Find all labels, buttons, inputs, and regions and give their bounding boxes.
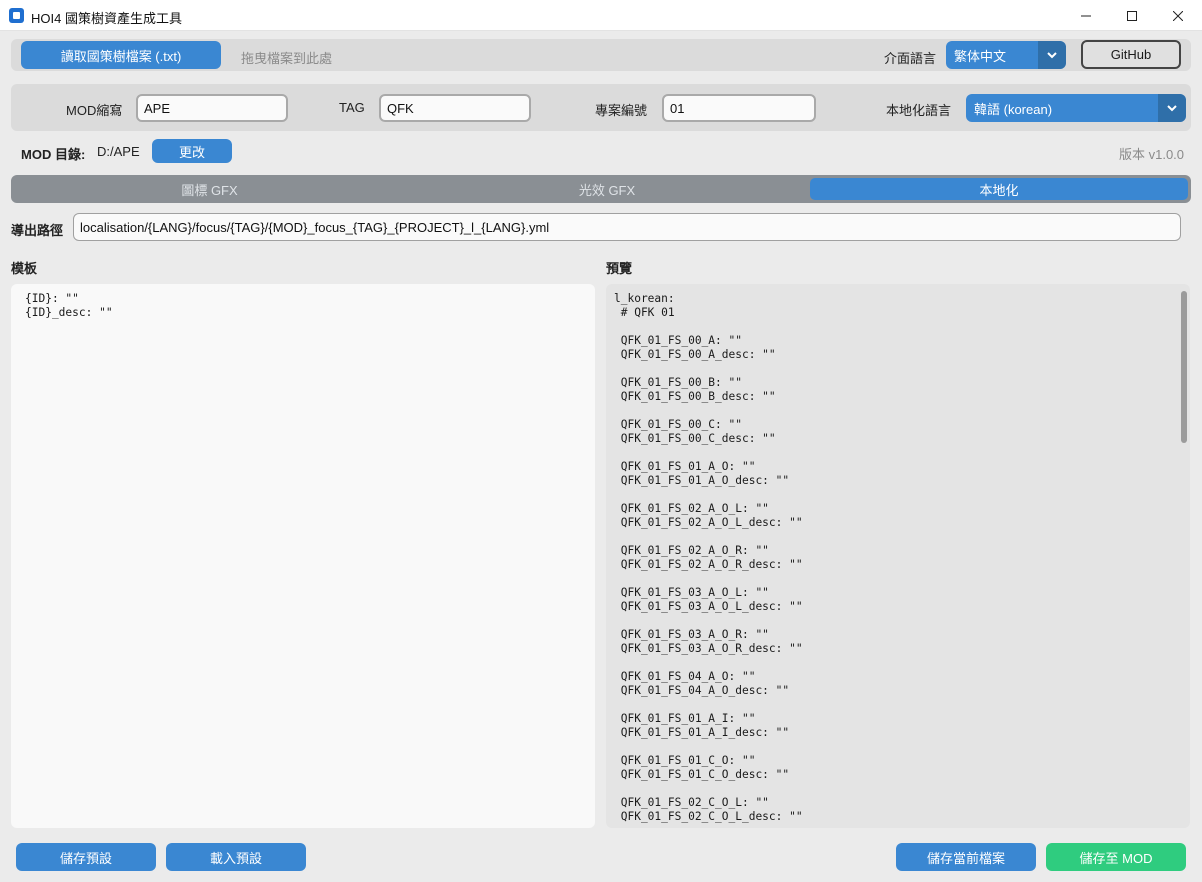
chevron-down-icon [1158,94,1186,122]
tab-icon-gfx[interactable]: 圖標 GFX [14,178,405,200]
version-label: 版本 v1.0.0 [1119,147,1185,162]
close-icon [1173,10,1183,21]
github-button[interactable]: GitHub [1081,40,1181,69]
save-preset-button[interactable]: 儲存預設 [16,843,156,871]
app-logo-icon [9,8,24,23]
load-preset-button[interactable]: 載入預設 [166,843,306,871]
mod-dir-label: MOD 目錄: [21,147,86,162]
mod-abbr-input[interactable]: APE [136,94,288,122]
loc-language-value: 韓語 (korean) [974,101,1053,117]
tab-bar: 圖標 GFX 光效 GFX 本地化 [11,175,1191,203]
tag-input[interactable]: QFK [379,94,531,122]
ui-language-value: 繁体中文 [954,48,1007,64]
template-title: 模板 [11,261,38,276]
mod-dir-value: D:/APE [97,144,140,159]
drop-hint: 拖曳檔案到此處 [241,51,333,66]
ui-language-select[interactable]: 繁体中文 [946,41,1066,69]
preview-title: 預覽 [606,261,633,276]
preview-textbox[interactable]: l_korean: # QFK 01 QFK_01_FS_00_A: "" QF… [606,284,1190,828]
template-editor[interactable]: {ID}: "" {ID}_desc: "" [11,284,595,828]
change-mod-dir-button[interactable]: 更改 [152,139,232,163]
export-path-input[interactable]: localisation/{LANG}/focus/{TAG}/{MOD}_fo… [73,213,1181,241]
export-path-label: 導出路徑 [11,223,64,238]
project-no-label: 專案編號 [595,103,648,118]
open-focus-file-button[interactable]: 讀取國策樹檔案 (.txt) [21,41,221,69]
loc-language-select[interactable]: 韓語 (korean) [966,94,1186,122]
preview-scrollbar[interactable] [1181,291,1187,443]
chevron-down-icon [1038,41,1066,69]
tag-label: TAG [339,100,365,115]
save-to-mod-button[interactable]: 儲存至 MOD [1046,843,1186,871]
maximize-icon [1127,10,1137,21]
ui-language-label: 介面語言 [884,51,937,66]
loc-language-label: 本地化語言 [886,103,952,118]
project-no-input[interactable]: 01 [662,94,816,122]
window-title: HOI4 國策樹資產生成工具 [31,11,182,26]
tab-localisation[interactable]: 本地化 [810,178,1188,200]
close-button[interactable] [1155,0,1201,31]
save-current-file-button[interactable]: 儲存當前檔案 [896,843,1036,871]
tab-glow-gfx[interactable]: 光效 GFX [408,178,806,200]
minimize-button[interactable] [1063,0,1109,31]
minimize-icon [1081,15,1091,16]
mod-abbr-label: MOD縮寫 [66,103,123,118]
maximize-button[interactable] [1109,0,1155,31]
